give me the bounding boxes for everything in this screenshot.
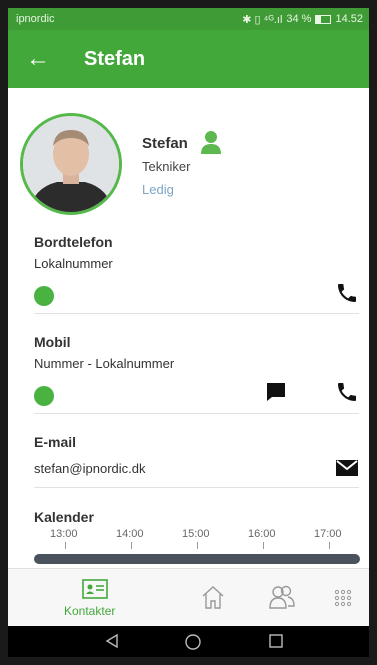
hour-label: 15:00 <box>182 528 210 540</box>
battery-percent: 34 % <box>286 13 312 25</box>
mobile-number: Nummer - Lokalnummer <box>34 356 175 371</box>
hour-tick <box>65 542 66 549</box>
divider <box>34 313 359 314</box>
hour-label: 13:00 <box>50 528 78 540</box>
person-icon <box>201 131 221 154</box>
calendar-timeline[interactable] <box>34 554 360 564</box>
phone-icon[interactable] <box>335 380 359 404</box>
group-icon <box>269 585 295 609</box>
battery-icon <box>315 14 332 24</box>
system-home-icon[interactable] <box>184 633 202 651</box>
nav-groups[interactable] <box>264 569 300 627</box>
status-icons: ✱ ▯ ⁴ᴳ.ıl 34 % 14.52 <box>242 13 363 26</box>
nav-contacts-label: Kontakter <box>64 604 116 618</box>
email-title: E-mail <box>34 434 77 450</box>
nav-apps[interactable] <box>328 569 358 627</box>
system-back-icon[interactable] <box>104 633 120 649</box>
system-recents-icon[interactable] <box>268 633 284 649</box>
calendar-title: Kalender <box>34 509 94 525</box>
mobile-title: Mobil <box>34 334 71 350</box>
hour-tick <box>197 542 198 549</box>
email-address[interactable]: stefan@ipnordic.dk <box>34 461 145 476</box>
contact-name: Stefan <box>142 135 188 152</box>
hour-tick <box>329 542 330 549</box>
desk-phone-status-dot <box>34 286 54 306</box>
clock: 14.52 <box>335 13 363 25</box>
desk-phone-number: Lokalnummer <box>34 256 113 271</box>
divider <box>34 413 359 414</box>
desk-phone-title: Bordtelefon <box>34 234 113 250</box>
system-navigation-bar <box>8 626 369 657</box>
status-bar: ipnordic ✱ ▯ ⁴ᴳ.ıl 34 % 14.52 <box>8 8 369 30</box>
nav-contacts[interactable]: Kontakter <box>56 569 136 627</box>
nav-home[interactable] <box>194 569 230 627</box>
mail-icon[interactable] <box>335 458 359 478</box>
availability-status: Ledig <box>142 182 174 197</box>
contact-details: Stefan Tekniker Ledig Bordtelefon Lokaln… <box>8 88 369 568</box>
page-title: Stefan <box>84 47 146 70</box>
phone-screen: ipnordic ✱ ▯ ⁴ᴳ.ıl 34 % 14.52 ← Stefan S… <box>8 8 369 657</box>
contact-role: Tekniker <box>142 159 191 174</box>
bottom-navigation: Kontakter <box>8 568 369 627</box>
phone-icon[interactable] <box>335 281 359 305</box>
hour-label: 17:00 <box>314 528 342 540</box>
home-icon <box>202 586 224 609</box>
app-bar: ← Stefan <box>8 30 369 88</box>
divider <box>34 487 359 488</box>
carrier-label: ipnordic <box>16 13 55 25</box>
mobile-status-dot <box>34 386 54 406</box>
arrow-left-icon[interactable]: ← <box>26 45 54 73</box>
avatar <box>20 113 122 215</box>
contact-card-icon <box>82 579 108 599</box>
hour-label: 14:00 <box>116 528 144 540</box>
hour-label: 16:00 <box>248 528 276 540</box>
chat-icon[interactable] <box>264 380 288 404</box>
hour-tick <box>131 542 132 549</box>
signal-icon: ✱ ▯ ⁴ᴳ.ıl <box>242 13 283 26</box>
hour-tick <box>263 542 264 549</box>
avatar-photo <box>23 116 119 212</box>
apps-grid-icon <box>334 589 352 607</box>
